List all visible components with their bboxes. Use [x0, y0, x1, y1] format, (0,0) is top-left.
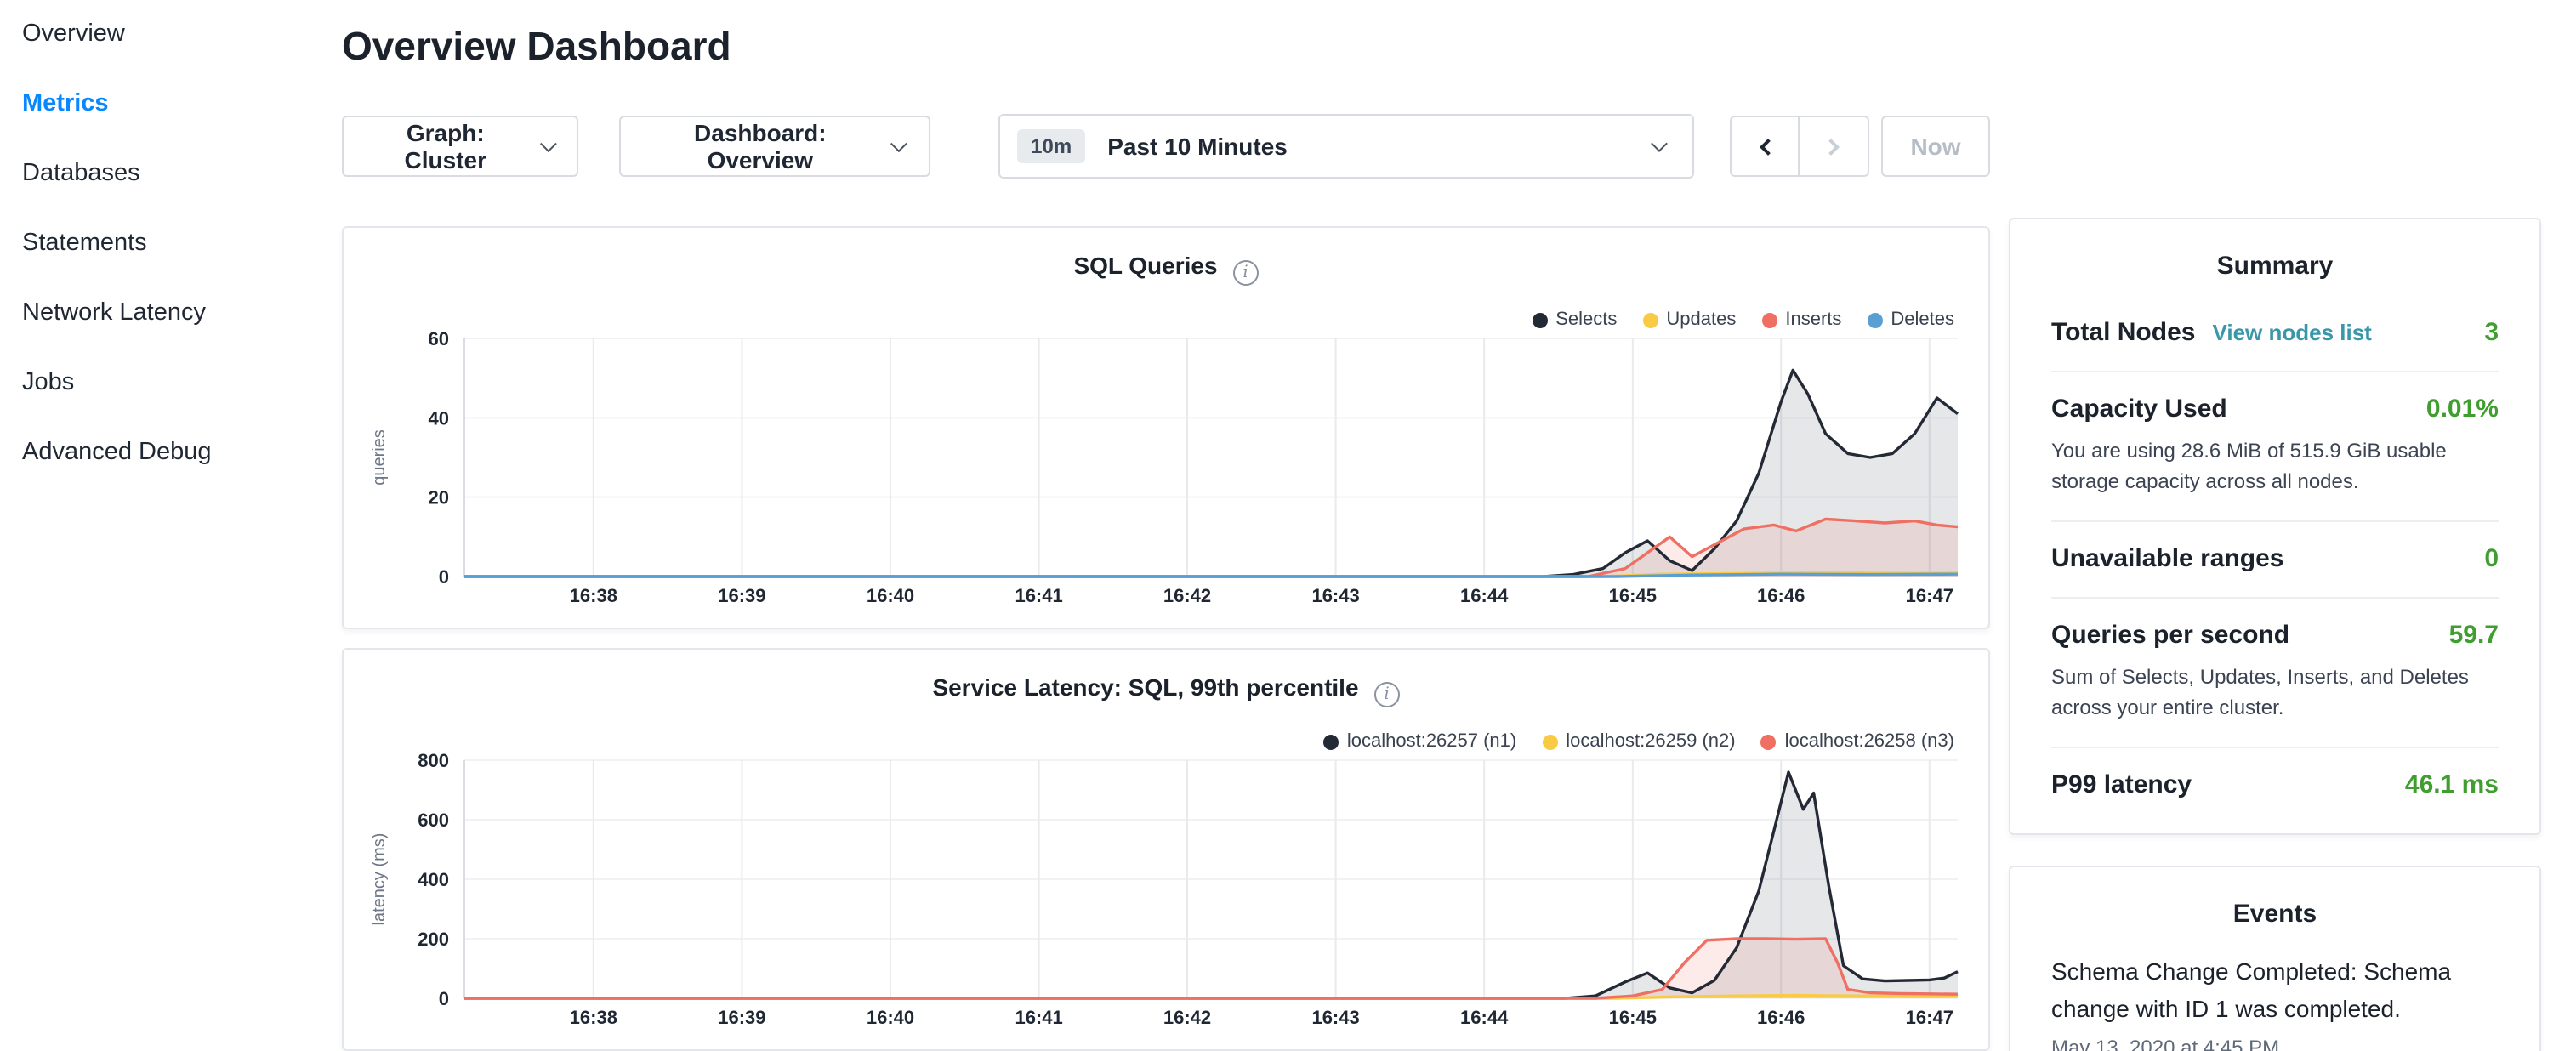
chart-title-row: SQL Queries [344, 228, 1988, 286]
event-text: Schema Change Completed: Schema change w… [2051, 954, 2499, 1028]
graph-dropdown[interactable]: Graph: Cluster [342, 116, 579, 177]
info-icon[interactable] [1374, 682, 1400, 707]
summary-value: 59.7 [2449, 621, 2499, 650]
svg-text:16:46: 16:46 [1757, 585, 1805, 606]
summary-value: 0.01% [2426, 395, 2499, 423]
summary-title: Summary [2051, 226, 2499, 296]
svg-text:40: 40 [429, 407, 449, 429]
svg-text:16:45: 16:45 [1609, 1007, 1657, 1028]
svg-text:20: 20 [429, 487, 449, 508]
chevron-left-icon [1759, 138, 1776, 155]
summary-value: 0 [2484, 544, 2499, 573]
chart-title-row: Service Latency: SQL, 99th percentile [344, 650, 1988, 707]
summary-card: Summary Total Nodes View nodes list 3 Ca… [2009, 218, 2541, 835]
chevron-down-icon [1651, 134, 1668, 151]
svg-text:0: 0 [439, 988, 449, 1009]
svg-text:200: 200 [418, 929, 449, 950]
chart-title: SQL Queries [1073, 252, 1217, 279]
dashboard-dropdown-label: Dashboard: Overview [645, 119, 875, 173]
chart-title: Service Latency: SQL, 99th percentile [932, 673, 1358, 701]
event-timestamp: May 13, 2020 at 4:45 PM [2051, 1037, 2499, 1051]
sidebar: Overview Metrics Databases Statements Ne… [0, 0, 327, 488]
svg-text:16:43: 16:43 [1311, 585, 1359, 606]
sidebar-item-advanced-debug[interactable]: Advanced Debug [0, 418, 327, 488]
charts-column: SQL Queries Selects Updates Inserts Dele… [342, 226, 1990, 1051]
view-nodes-list-link[interactable]: View nodes list [2212, 320, 2371, 345]
svg-text:16:38: 16:38 [570, 585, 617, 606]
svg-text:16:47: 16:47 [1906, 1007, 1953, 1028]
sql-queries-chart[interactable]: 16:38 16:39 16:40 16:41 16:42 16:43 16:44 16:45… [344, 321, 1988, 614]
svg-text:16:46: 16:46 [1757, 1007, 1805, 1028]
svg-text:latency (ms): latency (ms) [370, 833, 389, 926]
summary-label: Queries per second [2051, 621, 2289, 650]
summary-label: Unavailable ranges [2051, 544, 2283, 573]
summary-label: Capacity Used [2051, 395, 2227, 423]
svg-text:16:44: 16:44 [1460, 1007, 1509, 1028]
svg-text:16:40: 16:40 [867, 1007, 914, 1028]
service-latency-chart-card: Service Latency: SQL, 99th percentile lo… [342, 648, 1990, 1051]
svg-text:0: 0 [439, 566, 449, 588]
svg-text:16:42: 16:42 [1163, 1007, 1211, 1028]
summary-row-capacity-used: Capacity Used 0.01% You are using 28.6 M… [2051, 371, 2499, 520]
svg-text:16:39: 16:39 [718, 585, 765, 606]
summary-label: P99 latency [2051, 770, 2192, 799]
page-title: Overview Dashboard [342, 24, 1990, 70]
events-title: Events [2051, 874, 2499, 944]
sidebar-item-databases[interactable]: Databases [0, 139, 327, 209]
svg-text:queries: queries [370, 429, 389, 486]
now-button[interactable]: Now [1881, 116, 1990, 177]
summary-row-p99-latency: P99 latency 46.1 ms [2051, 747, 2499, 823]
time-pager: Now [1730, 116, 1990, 177]
summary-row-queries-per-second: Queries per second 59.7 Sum of Selects, … [2051, 597, 2499, 747]
summary-description: Sum of Selects, Updates, Inserts, and De… [2051, 662, 2499, 723]
next-time-button[interactable] [1800, 116, 1869, 177]
svg-text:16:38: 16:38 [570, 1007, 617, 1028]
svg-text:800: 800 [418, 750, 449, 771]
toolbar: Graph: Cluster Dashboard: Overview 10m P… [342, 114, 1990, 179]
sidebar-item-overview[interactable]: Overview [0, 0, 327, 70]
sql-queries-chart-card: SQL Queries Selects Updates Inserts Dele… [342, 226, 1990, 629]
svg-text:16:45: 16:45 [1609, 585, 1657, 606]
summary-row-unavailable-ranges: Unavailable ranges 0 [2051, 520, 2499, 597]
prev-time-button[interactable] [1730, 116, 1800, 177]
time-range-label: Past 10 Minutes [1107, 133, 1288, 160]
sidebar-item-network-latency[interactable]: Network Latency [0, 279, 327, 349]
summary-description: You are using 28.6 MiB of 515.9 GiB usab… [2051, 435, 2499, 497]
main-content: Overview Dashboard Graph: Cluster Dashbo… [342, 0, 1990, 1051]
chevron-right-icon [1823, 138, 1840, 155]
dashboard-dropdown[interactable]: Dashboard: Overview [620, 116, 930, 177]
sidebar-item-statements[interactable]: Statements [0, 209, 327, 279]
summary-label: Total Nodes [2051, 318, 2195, 347]
svg-text:60: 60 [429, 328, 449, 349]
events-card: Events Schema Change Completed: Schema c… [2009, 866, 2541, 1051]
time-range-dropdown[interactable]: 10m Past 10 Minutes [998, 114, 1694, 179]
summary-value: 3 [2484, 318, 2499, 347]
svg-text:16:39: 16:39 [718, 1007, 765, 1028]
right-sidebar: Summary Total Nodes View nodes list 3 Ca… [2009, 218, 2541, 1051]
chevron-down-icon [540, 134, 556, 151]
graph-dropdown-label: Graph: Cluster [367, 119, 524, 173]
svg-text:16:42: 16:42 [1163, 585, 1211, 606]
svg-text:16:43: 16:43 [1311, 1007, 1359, 1028]
event-item: Schema Change Completed: Schema change w… [2051, 944, 2499, 1051]
svg-text:16:40: 16:40 [867, 585, 914, 606]
info-icon[interactable] [1233, 260, 1259, 286]
sidebar-item-metrics[interactable]: Metrics [0, 70, 327, 139]
summary-row-total-nodes: Total Nodes View nodes list 3 [2051, 296, 2499, 371]
svg-text:16:44: 16:44 [1460, 585, 1509, 606]
svg-text:16:47: 16:47 [1906, 585, 1953, 606]
svg-text:400: 400 [418, 869, 449, 890]
service-latency-chart[interactable]: 16:38 16:39 16:40 16:41 16:42 16:43 16:44 16:45… [344, 743, 1988, 1036]
now-button-label: Now [1910, 133, 1960, 160]
svg-text:16:41: 16:41 [1015, 1007, 1062, 1028]
svg-text:16:41: 16:41 [1015, 585, 1062, 606]
app-viewport: Overview Metrics Databases Statements Ne… [0, 0, 2576, 1051]
summary-value: 46.1 ms [2405, 770, 2499, 799]
chevron-down-icon [891, 134, 907, 151]
svg-text:600: 600 [418, 810, 449, 831]
sidebar-item-jobs[interactable]: Jobs [0, 349, 327, 418]
time-range-badge: 10m [1017, 129, 1085, 163]
